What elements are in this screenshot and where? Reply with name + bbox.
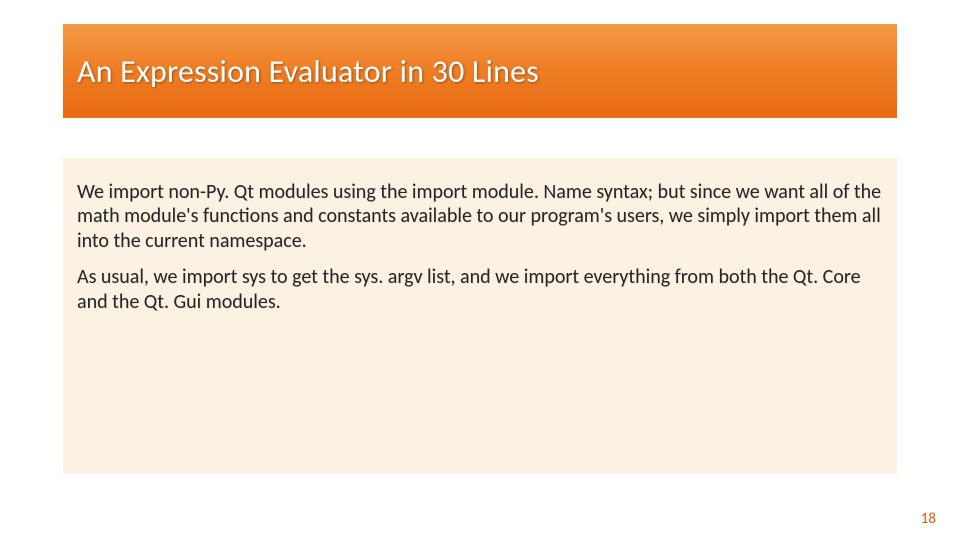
title-bar: An Expression Evaluator in 30 Lines: [63, 24, 897, 118]
body-box: We import non-Py. Qt modules using the i…: [63, 158, 897, 474]
paragraph-1: We import non-Py. Qt modules using the i…: [77, 180, 883, 253]
slide: An Expression Evaluator in 30 Lines We i…: [0, 0, 960, 540]
paragraph-2: As usual, we import sys to get the sys. …: [77, 265, 883, 314]
slide-title: An Expression Evaluator in 30 Lines: [77, 52, 539, 91]
page-number: 18: [921, 510, 936, 528]
